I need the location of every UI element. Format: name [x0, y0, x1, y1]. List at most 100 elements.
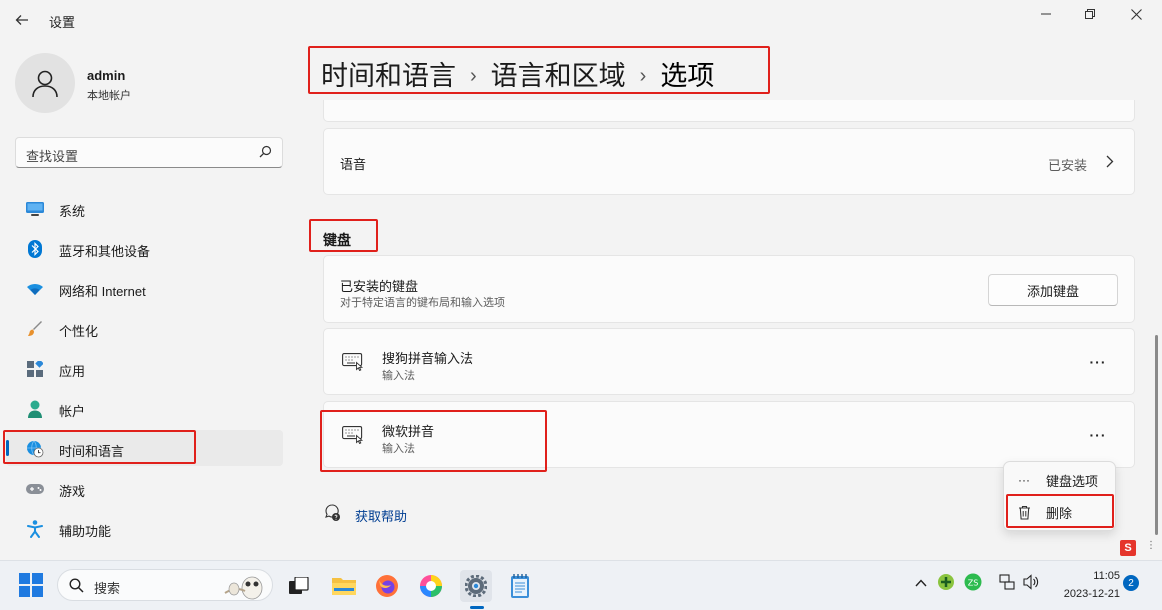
breadcrumb-item-current: 选项 — [660, 61, 715, 91]
menu-item-label: 删除 — [1046, 505, 1073, 521]
menu-item-label: 键盘选项 — [1046, 473, 1099, 489]
keyboard-name: 微软拼音 — [382, 424, 435, 439]
sidebar-item-label: 时间和语言 — [59, 444, 125, 459]
menu-item-delete[interactable]: 删除 — [1008, 498, 1113, 526]
chevron-right-icon — [1106, 155, 1114, 173]
gear-icon — [465, 575, 487, 597]
keyboard-row-microsoft-pinyin[interactable]: 微软拼音 输入法 ··· — [323, 401, 1135, 468]
app-title: 设置 — [49, 15, 76, 30]
taskbar-search[interactable]: 搜索 — [57, 569, 273, 601]
sidebar-item-bluetooth[interactable]: 蓝牙和其他设备 — [6, 230, 283, 266]
search-placeholder: 查找设置 — [26, 149, 79, 164]
breadcrumb: 时间和语言 › 语言和区域 › 选项 — [321, 54, 714, 93]
speech-row[interactable]: 语音 已安装 — [323, 128, 1135, 195]
chevron-up-icon[interactable] — [915, 575, 927, 590]
apps-icon — [26, 360, 44, 378]
gamepad-icon — [26, 480, 44, 498]
color-wheel-icon — [420, 575, 442, 597]
ime-toolbar[interactable]: S ⋮ — [1112, 538, 1158, 558]
taskbar-firefox[interactable] — [371, 570, 403, 602]
tray-app-plus-icon[interactable] — [937, 573, 955, 594]
sidebar-item-label: 应用 — [59, 364, 86, 379]
user-name: admin — [87, 68, 126, 83]
keyboard-icon — [342, 426, 364, 445]
get-help-link[interactable]: 获取帮助 — [355, 506, 407, 525]
sidebar-nav: 系统 蓝牙和其他设备 网络和 Internet 个性化 应用 帐户 时间和语言 … — [6, 190, 283, 550]
globe-clock-icon — [26, 440, 44, 458]
vertical-scrollbar[interactable] — [1155, 335, 1158, 535]
accessibility-icon — [26, 520, 44, 538]
sidebar-item-label: 蓝牙和其他设备 — [59, 244, 151, 259]
get-help[interactable]: 获取帮助 — [323, 504, 407, 527]
sidebar-item-label: 游戏 — [59, 484, 86, 499]
restore-icon — [1085, 9, 1095, 19]
account-type: 本地帐户 — [87, 90, 131, 102]
monitor-icon — [26, 200, 44, 218]
clock-date[interactable]: 2023-12-21 — [1050, 588, 1120, 600]
taskbar-settings[interactable] — [460, 570, 492, 602]
minimize-icon — [1041, 13, 1051, 15]
taskbar-search-placeholder: 搜索 — [94, 581, 121, 596]
bluetooth-icon — [26, 240, 44, 258]
add-keyboard-button[interactable]: 添加键盘 — [988, 274, 1118, 306]
breadcrumb-item-language-region[interactable]: 语言和区域 — [491, 61, 626, 91]
sidebar-item-accounts[interactable]: 帐户 — [6, 390, 283, 426]
sidebar-item-apps[interactable]: 应用 — [6, 350, 283, 386]
person-icon — [32, 70, 58, 98]
volume-icon[interactable] — [1023, 574, 1039, 593]
arrow-left-icon — [15, 15, 28, 25]
svg-text:ZS: ZS — [968, 579, 979, 588]
back-button[interactable] — [8, 6, 36, 34]
settings-window: 设置 admin 本地帐户 查找设置 系统 蓝牙和其他设备 网络和 Intern… — [0, 0, 1162, 560]
task-view-icon — [289, 577, 309, 594]
sidebar-item-gaming[interactable]: 游戏 — [6, 470, 283, 506]
taskbar-task-view[interactable] — [283, 570, 315, 602]
taskbar-color-app[interactable] — [415, 570, 447, 602]
breadcrumb-separator: › — [470, 65, 477, 87]
maximize-button[interactable] — [1067, 0, 1113, 28]
minimize-button[interactable] — [1023, 0, 1069, 28]
speech-status: 已安装 — [1048, 158, 1088, 173]
sidebar-item-system[interactable]: 系统 — [6, 190, 283, 226]
sidebar-item-accessibility[interactable]: 辅助功能 — [6, 510, 283, 546]
clock-time[interactable]: 11:05 — [1080, 570, 1120, 582]
avatar[interactable] — [15, 53, 75, 113]
ime-grip-icon[interactable]: ⋮ — [1146, 540, 1156, 551]
more-icon: ··· — [1089, 354, 1107, 370]
notepad-icon — [511, 574, 529, 598]
notification-badge[interactable]: 2 — [1123, 575, 1139, 591]
menu-item-keyboard-options[interactable]: ··· 键盘选项 — [1008, 466, 1113, 494]
sidebar-item-label: 辅助功能 — [59, 524, 112, 539]
sidebar-item-personalization[interactable]: 个性化 — [6, 310, 283, 346]
close-icon — [1130, 8, 1142, 20]
sidebar-item-label: 网络和 Internet — [59, 284, 146, 299]
search-input[interactable]: 查找设置 — [15, 137, 283, 168]
folder-icon — [332, 578, 356, 595]
taskbar-notepad[interactable] — [504, 570, 536, 602]
sidebar-item-network[interactable]: 网络和 Internet — [6, 270, 283, 306]
more-icon: ··· — [1018, 473, 1030, 487]
keyboard-row-sogou[interactable]: 搜狗拼音输入法 输入法 ··· — [323, 328, 1135, 395]
breadcrumb-item-time-language[interactable]: 时间和语言 — [321, 61, 456, 91]
breadcrumb-separator: › — [639, 65, 647, 87]
speech-label: 语音 — [340, 157, 367, 172]
active-indicator — [6, 440, 9, 456]
keyboard-section-heading: 键盘 — [323, 232, 351, 248]
more-options-button[interactable]: ··· — [1084, 350, 1112, 374]
search-icon — [259, 145, 272, 163]
keyboard-type: 输入法 — [382, 443, 415, 455]
network-icon[interactable] — [999, 574, 1015, 593]
sidebar-item-time-language[interactable]: 时间和语言 — [6, 430, 283, 466]
taskbar-file-explorer[interactable] — [328, 570, 360, 602]
owl-illustration-icon — [220, 571, 270, 606]
sogou-ime-icon[interactable]: S — [1120, 540, 1136, 556]
close-button[interactable] — [1113, 0, 1159, 28]
tray-wechat-icon[interactable]: ZS — [963, 573, 983, 594]
title-bar: 设置 — [0, 0, 1162, 40]
taskbar: 搜索 ZS 11:05 2023-12-21 2 — [0, 560, 1162, 610]
more-options-button[interactable]: ··· — [1084, 423, 1112, 447]
keyboard-context-menu: ··· 键盘选项 删除 — [1003, 461, 1116, 531]
start-button[interactable] — [19, 573, 43, 597]
installed-keyboards-title: 已安装的键盘 — [340, 279, 419, 294]
keyboard-icon — [342, 353, 364, 372]
